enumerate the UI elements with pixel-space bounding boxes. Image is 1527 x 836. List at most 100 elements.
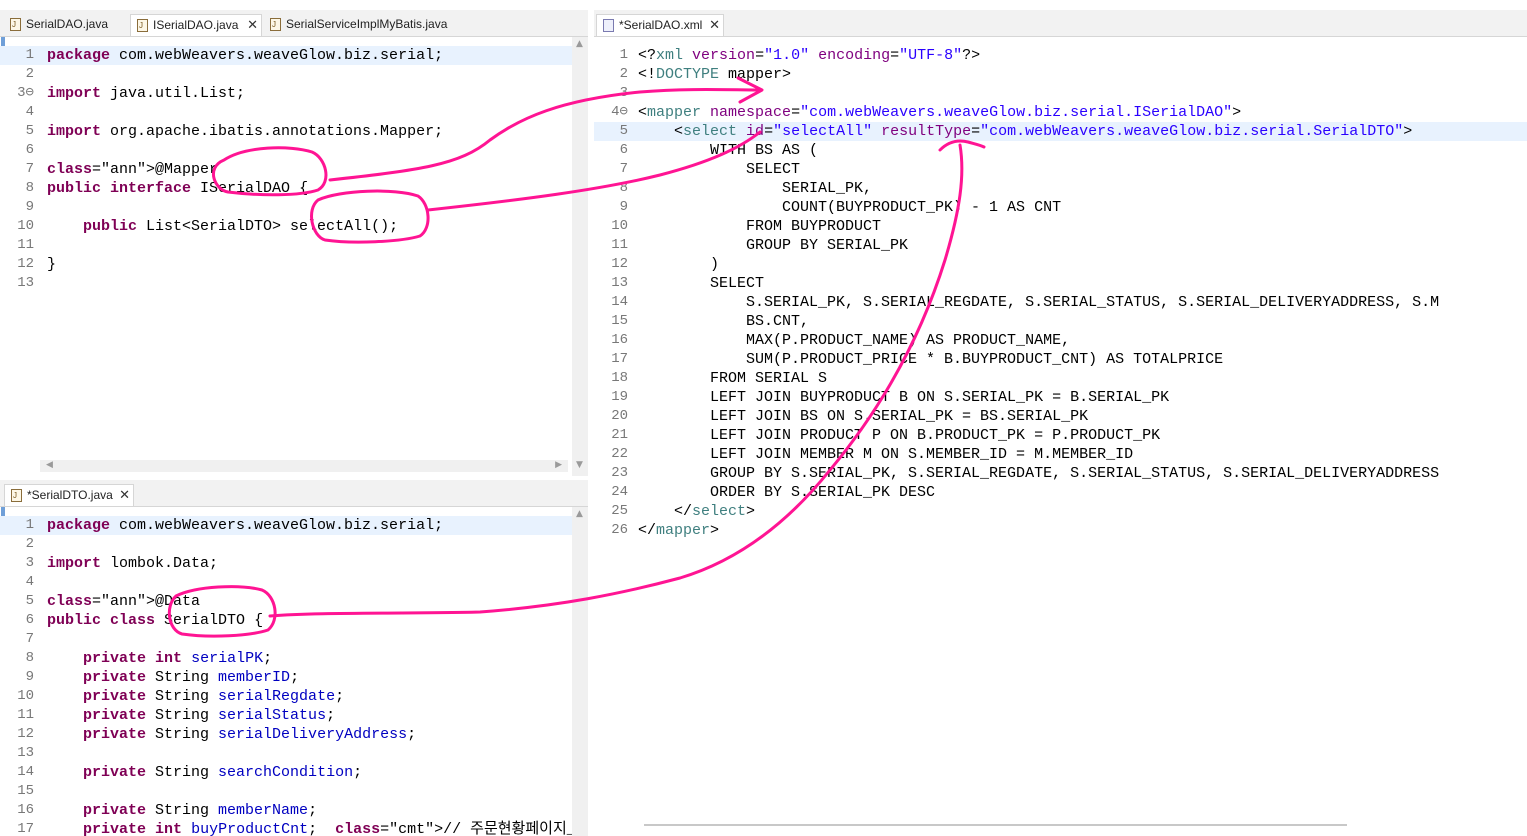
line-number: 11 (17, 237, 34, 253)
code-text: import lombok.Data; (47, 555, 219, 572)
code-line[interactable]: 9 private String memberID; (0, 668, 588, 687)
code-line[interactable]: 18 FROM SERIAL S (594, 369, 1527, 388)
code-line[interactable]: 14 private String searchCondition; (0, 763, 588, 782)
code-text: import java.util.List; (47, 85, 246, 102)
tab-serialdto-java[interactable]: J *SerialDTO.java ✕ (4, 484, 134, 506)
line-number: 1 (25, 517, 34, 533)
code-line[interactable]: 11 private String serialStatus; (0, 706, 588, 725)
scroll-up-icon[interactable]: ▲ (576, 509, 583, 519)
code-line[interactable]: 10 private String serialRegdate; (0, 687, 588, 706)
close-icon[interactable]: ✕ (709, 15, 720, 36)
code-line[interactable]: 10 public List<SerialDTO> selectAll(); (0, 217, 588, 236)
idao-editor-pane: J SerialDAO.java J ISerialDAO.java ✕ J S… (0, 10, 588, 476)
code-line[interactable]: 5 <select id="selectAll" resultType="com… (594, 122, 1527, 141)
code-line[interactable]: 8 public interface ISerialDAO { (0, 179, 588, 198)
code-line[interactable]: 16 private String memberName; (0, 801, 588, 820)
line-number: 5 (619, 123, 628, 139)
line-number: 10 (17, 688, 34, 704)
code-line[interactable]: 10 FROM BUYPRODUCT (594, 217, 1527, 236)
code-line[interactable]: 4⊖ <mapper namespace="com.webWeavers.weav… (594, 103, 1527, 122)
code-line[interactable]: 1 <?xml version="1.0" encoding="UTF-8"?> (594, 46, 1527, 65)
tab-serialdao-xml[interactable]: *SerialDAO.xml ✕ (596, 14, 724, 36)
code-line[interactable]: 15 BS.CNT, (594, 312, 1527, 331)
tab-label: ISerialDAO.java (153, 18, 239, 32)
code-line[interactable]: 21 LEFT JOIN PRODUCT P ON B.PRODUCT_PK =… (594, 426, 1527, 445)
code-line[interactable]: 24 ORDER BY S.SERIAL_PK DESC (594, 483, 1527, 502)
code-line[interactable]: 6 public class SerialDTO { (0, 611, 588, 630)
code-line[interactable]: 5 class="ann">@Data (0, 592, 588, 611)
code-line[interactable]: 5 import org.apache.ibatis.annotations.Ma… (0, 122, 588, 141)
code-line[interactable]: 8 SERIAL_PK, (594, 179, 1527, 198)
line-number: 3 (619, 85, 628, 101)
line-number: 9 (619, 199, 628, 215)
code-line[interactable]: 22 LEFT JOIN MEMBER M ON S.MEMBER_ID = M… (594, 445, 1527, 464)
code-line[interactable]: 4 (0, 103, 588, 122)
scroll-left-icon[interactable]: ◀ (46, 460, 53, 470)
code-line[interactable]: 7 SELECT (594, 160, 1527, 179)
code-line[interactable]: 3 (594, 84, 1527, 103)
code-line[interactable]: 4 (0, 573, 588, 592)
tab-serialdao-java[interactable]: J SerialDAO.java (4, 14, 128, 36)
code-line[interactable]: 12 ) (594, 255, 1527, 274)
code-text: package com.webWeavers.weaveGlow.biz.ser… (47, 517, 444, 534)
code-line[interactable]: 13 (0, 744, 588, 763)
line-number: 6 (25, 142, 34, 158)
code-line[interactable]: 2 (0, 535, 588, 554)
code-line[interactable]: 15 (0, 782, 588, 801)
code-line[interactable]: 20 LEFT JOIN BS ON S.SERIAL_PK = BS.SERI… (594, 407, 1527, 426)
idao-vertical-scrollbar[interactable]: ▲ ▼ (572, 37, 588, 476)
idao-horizontal-scrollbar[interactable]: ◀ ▶ (40, 460, 568, 472)
scroll-down-icon[interactable]: ▼ (576, 460, 583, 470)
close-icon[interactable]: ✕ (247, 15, 258, 36)
code-line[interactable]: 3 import lombok.Data; (0, 554, 588, 573)
code-line[interactable]: 7 (0, 630, 588, 649)
scroll-right-icon[interactable]: ▶ (555, 460, 562, 470)
code-line[interactable]: 7 class="ann">@Mapper (0, 160, 588, 179)
code-line[interactable]: 26 </mapper> (594, 521, 1527, 540)
code-line[interactable]: 13 (0, 274, 588, 293)
code-line[interactable]: 14 S.SERIAL_PK, S.SERIAL_REGDATE, S.SERI… (594, 293, 1527, 312)
code-line[interactable]: 8 private int serialPK; (0, 649, 588, 668)
code-text: public class SerialDTO { (47, 612, 264, 629)
code-line[interactable]: 19 LEFT JOIN BUYPRODUCT B ON S.SERIAL_PK… (594, 388, 1527, 407)
code-text: SELECT (638, 275, 765, 292)
line-number: 24 (611, 484, 628, 500)
code-line[interactable]: 2 <!DOCTYPE mapper> (594, 65, 1527, 84)
line-number: 8 (25, 180, 34, 196)
code-text: private String memberID; (83, 669, 300, 686)
line-number: 4 (25, 104, 34, 120)
close-icon[interactable]: ✕ (119, 485, 130, 506)
code-line[interactable]: 11 GROUP BY SERIAL_PK (594, 236, 1527, 255)
code-text: GROUP BY S.SERIAL_PK, S.SERIAL_REGDATE, … (638, 465, 1440, 482)
code-line[interactable]: 3⊖ import java.util.List; (0, 84, 588, 103)
idao-tab-bar: J SerialDAO.java J ISerialDAO.java ✕ J S… (0, 10, 588, 37)
code-line[interactable]: 6 (0, 141, 588, 160)
code-line[interactable]: 23 GROUP BY S.SERIAL_PK, S.SERIAL_REGDAT… (594, 464, 1527, 483)
code-line[interactable]: 16 MAX(P.PRODUCT_NAME) AS PRODUCT_NAME, (594, 331, 1527, 350)
code-line[interactable]: 9 (0, 198, 588, 217)
code-line[interactable]: 11 (0, 236, 588, 255)
line-number: 2 (25, 536, 34, 552)
code-text: SELECT (638, 161, 801, 178)
line-number: 2 (25, 66, 34, 82)
code-line[interactable]: 13 SELECT (594, 274, 1527, 293)
code-line[interactable]: 17 SUM(P.PRODUCT_PRICE * B.BUYPRODUCT_CN… (594, 350, 1527, 369)
code-line[interactable]: 25 </select> (594, 502, 1527, 521)
code-line[interactable]: 17 private int buyProductCnt; class="cmt… (0, 820, 588, 836)
tab-label: SerialDAO.java (26, 17, 109, 31)
code-line[interactable]: 12} (0, 255, 588, 274)
code-line[interactable]: 1 package com.webWeavers.weaveGlow.biz.se… (0, 516, 588, 535)
code-line[interactable]: 6 WITH BS AS ( (594, 141, 1527, 160)
line-number: 20 (611, 408, 628, 424)
code-line[interactable]: 12 private String serialDeliveryAddress; (0, 725, 588, 744)
code-line[interactable]: 1 package com.webWeavers.weaveGlow.biz.se… (0, 46, 588, 65)
code-text: private String serialStatus; (83, 707, 336, 724)
tab-iserialdao-java[interactable]: J ISerialDAO.java ✕ (130, 14, 262, 36)
xml-horizontal-scrollbar[interactable] (644, 824, 1347, 834)
code-line[interactable]: 9 COUNT(BUYPRODUCT_PK) - 1 AS CNT (594, 198, 1527, 217)
scroll-up-icon[interactable]: ▲ (576, 39, 583, 49)
tab-serialserviceimplmybatis-java[interactable]: J SerialServiceImplMyBatis.java (264, 14, 454, 36)
dto-vertical-scrollbar[interactable]: ▲ (572, 507, 588, 836)
code-line[interactable]: 2 (0, 65, 588, 84)
line-number: 12 (17, 726, 34, 742)
